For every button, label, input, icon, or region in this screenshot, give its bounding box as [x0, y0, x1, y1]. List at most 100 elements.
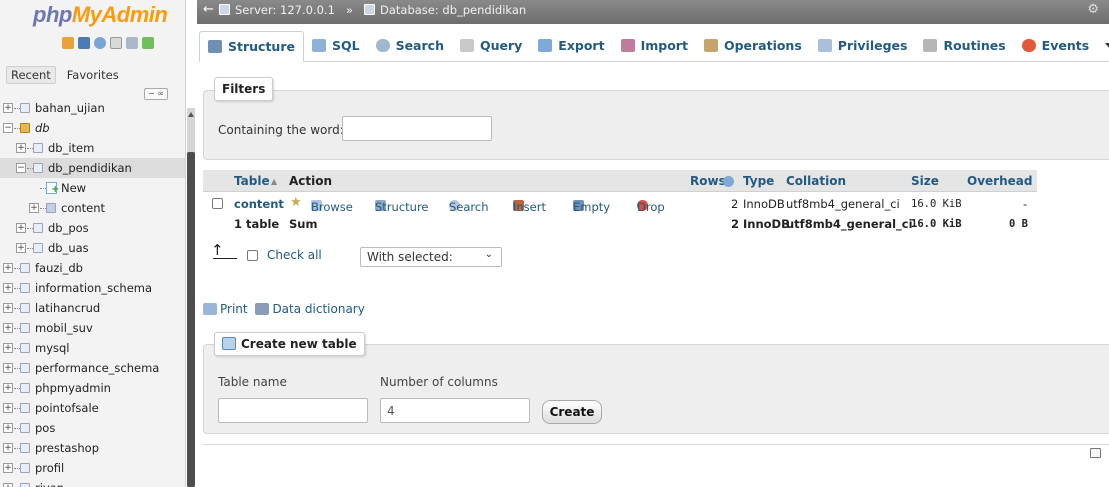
data-dictionary-link[interactable]: Data dictionary [255, 302, 365, 316]
header-collation[interactable]: Collation [786, 174, 846, 188]
divider [203, 444, 1109, 445]
tab-query[interactable]: Query [452, 31, 530, 61]
header-table[interactable]: Table [234, 174, 270, 188]
expand-icon[interactable]: + [29, 203, 39, 213]
tab-more[interactable]: More [1097, 31, 1109, 61]
expand-icon[interactable]: + [3, 103, 13, 113]
tab-privileges[interactable]: Privileges [810, 31, 916, 61]
privileges-icon [817, 39, 832, 52]
expand-icon[interactable]: + [16, 223, 26, 233]
tree-item[interactable]: + content [0, 198, 185, 218]
favorite-star-icon[interactable]: ★ [290, 195, 302, 210]
row-checkbox[interactable] [212, 198, 223, 209]
new-table-icon [222, 337, 236, 350]
check-all-label[interactable]: Check all [267, 248, 322, 262]
settings-icon[interactable] [126, 37, 138, 49]
tree-item[interactable]: New [0, 178, 185, 200]
header-rows[interactable]: Rows [690, 174, 726, 188]
tree-item[interactable]: + fauzi_db [0, 258, 185, 278]
expand-icon[interactable]: + [3, 283, 13, 293]
tab-routines[interactable]: Routines [915, 31, 1013, 61]
logo-text-php: php [33, 2, 72, 27]
scroll-up-arrow-icon[interactable] [188, 112, 194, 117]
filters-fieldset: Filters Containing the word: [203, 77, 1109, 160]
expand-icon[interactable]: + [3, 443, 13, 453]
tree-item[interactable]: + mobil_suv [0, 318, 185, 338]
tab-events[interactable]: Events [1014, 31, 1097, 61]
phpmyadmin-logo[interactable]: phpMyAdmin [33, 2, 168, 28]
breadcrumb-database[interactable]: Database: db_pendidikan [380, 0, 526, 20]
filter-input[interactable] [342, 116, 492, 141]
collapse-icon[interactable]: − [3, 123, 13, 133]
with-selected-select[interactable]: With selected: ⌄ [360, 247, 502, 267]
tree-item[interactable]: + pointofsale [0, 398, 185, 418]
gear-icon[interactable]: ⚙ [1087, 0, 1099, 20]
table-name-input[interactable] [218, 398, 368, 423]
expand-icon[interactable]: + [3, 423, 13, 433]
columns-label: Number of columns [380, 375, 498, 389]
tree-item[interactable]: + performance_schema [0, 358, 185, 378]
expand-icon[interactable]: + [16, 143, 26, 153]
action-browse-label: Browse [311, 200, 353, 214]
tree-item[interactable]: + rivan [0, 478, 185, 487]
nav-tab-favorites[interactable]: Favorites [62, 66, 124, 84]
expand-icon[interactable]: + [3, 343, 13, 353]
back-arrow-icon[interactable]: ← [203, 0, 214, 20]
rows-help-icon[interactable] [723, 176, 734, 187]
create-table-legend: Create new table [214, 332, 365, 356]
expand-icon[interactable]: + [16, 243, 26, 253]
tab-label: Routines [943, 38, 1006, 53]
header-size[interactable]: Size [911, 174, 939, 188]
tree-item[interactable]: + bahan_ujian [0, 98, 185, 118]
tree-item[interactable]: + db_uas [0, 238, 185, 258]
tree-item[interactable]: + latihancrud [0, 298, 185, 318]
docs-icon[interactable] [110, 37, 122, 49]
reload-icon[interactable] [142, 37, 154, 49]
expand-icon[interactable]: + [3, 403, 13, 413]
print-link[interactable]: Print [203, 302, 248, 316]
tab-import[interactable]: Import [613, 31, 696, 61]
tree-item[interactable]: + information_schema [0, 278, 185, 298]
expand-icon[interactable]: + [3, 263, 13, 273]
expand-icon[interactable]: + [3, 463, 13, 473]
tree-item[interactable]: + mysql [0, 338, 185, 358]
cell-type: InnoDB [743, 197, 785, 211]
console-icon[interactable] [1090, 448, 1101, 458]
logout-icon[interactable] [78, 37, 90, 49]
tree-item[interactable]: + pos [0, 418, 185, 438]
collapse-icon[interactable]: − [16, 163, 26, 173]
tree-item[interactable]: + db_pos [0, 218, 185, 238]
tree-item-label: content [61, 201, 106, 215]
table-name-link[interactable]: content [234, 197, 284, 211]
help-icon[interactable] [94, 37, 106, 49]
expand-icon[interactable]: + [3, 323, 13, 333]
tree-item[interactable]: + profil [0, 458, 185, 478]
tree-item[interactable]: − db_pendidikan [0, 158, 185, 178]
breadcrumb-server[interactable]: Server: 127.0.0.1 [235, 0, 335, 20]
tab-structure[interactable]: Structure [199, 30, 304, 62]
columns-input[interactable]: 4 [380, 398, 530, 423]
tab-operations[interactable]: Operations [696, 31, 810, 61]
tree-item[interactable]: − db [0, 118, 185, 138]
tree-item[interactable]: + prestashop [0, 438, 185, 458]
tab-label: Events [1041, 38, 1090, 53]
expand-icon[interactable]: + [3, 363, 13, 373]
tree-item[interactable]: + db_item [0, 138, 185, 158]
tab-export[interactable]: Export [530, 31, 612, 61]
check-all-checkbox[interactable] [247, 250, 258, 261]
expand-icon[interactable]: + [3, 383, 13, 393]
nav-scrollbar-thumb[interactable] [187, 152, 195, 487]
tree-item-label: information_schema [35, 281, 153, 295]
cell-size[interactable]: 16.0 KiB [911, 198, 962, 210]
create-button[interactable]: Create [542, 400, 602, 424]
home-icon[interactable] [62, 37, 74, 49]
header-overhead[interactable]: Overhead [967, 174, 1032, 188]
tree-item[interactable]: + phpmyadmin [0, 378, 185, 398]
expand-icon[interactable]: + [3, 483, 13, 487]
tab-search[interactable]: Search [368, 31, 452, 61]
header-type[interactable]: Type [743, 174, 774, 188]
tree-item-label: pos [35, 421, 56, 435]
expand-icon[interactable]: + [3, 303, 13, 313]
nav-tab-recent[interactable]: Recent [6, 66, 56, 84]
tab-sql[interactable]: SQL [304, 31, 368, 61]
